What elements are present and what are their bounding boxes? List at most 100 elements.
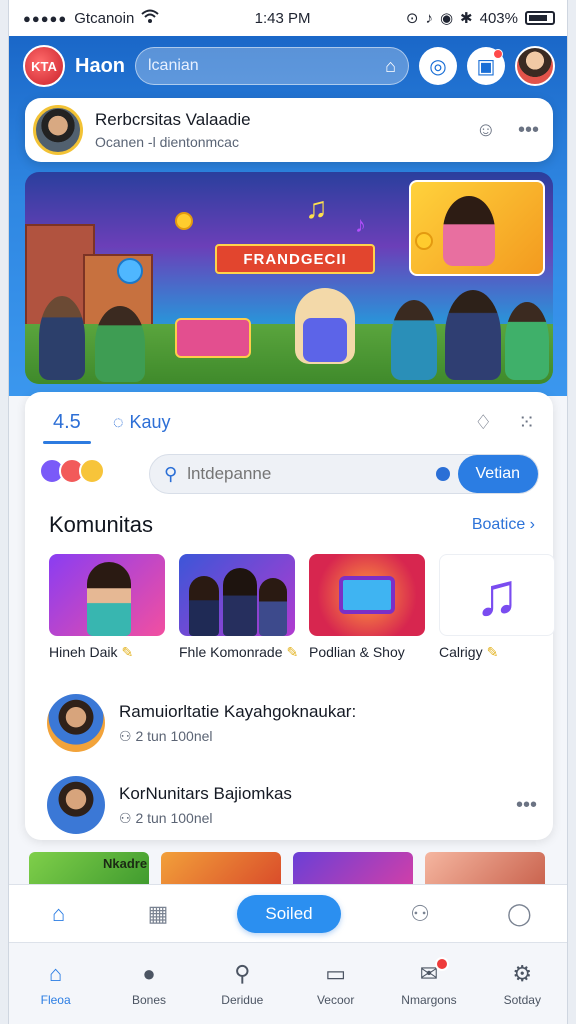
user-avatar[interactable] (515, 46, 555, 86)
thumbnail[interactable] (161, 852, 281, 888)
top-search-placeholder: lcanian (148, 57, 199, 74)
tile-image: ♫ (439, 554, 555, 636)
notification-badge (493, 49, 503, 59)
community-search: ⚲ Vetian (149, 454, 539, 494)
music-note-icon: ♫ (474, 561, 520, 628)
compass-icon: ◎ (429, 55, 447, 78)
carrier-name: Gtcanoin (74, 9, 135, 27)
list-item[interactable]: KorNunitars Bajiomkas ⚇ 2 tun 100nel ••• (47, 764, 537, 846)
tile-person (87, 562, 131, 636)
pencil-icon: ✎ (121, 644, 134, 660)
wifi-icon (141, 9, 159, 27)
app-logo[interactable]: KTA (23, 45, 65, 87)
hero-banner[interactable]: FRANDGECII ♫ ♪ (25, 172, 553, 384)
grid-dots-icon[interactable]: ⁙ (518, 410, 535, 435)
tile-label: Fhle Komonrade (179, 644, 283, 660)
inbox-icon: ▣ (476, 55, 496, 78)
people-icon[interactable]: ⚇ (400, 901, 440, 927)
hero-ribbon: FRANDGECII (215, 244, 375, 274)
compass-button[interactable]: ◎ (419, 47, 457, 85)
more-options-icon[interactable]: ••• (516, 794, 537, 817)
list-meta: 2 tun 100nel (135, 809, 213, 826)
nav-messages[interactable]: ✉ Nmargons (389, 956, 469, 1007)
members-icon: ⚇ (119, 727, 136, 744)
community-tile[interactable]: ♫ Calrigy ✎ (439, 554, 555, 661)
community-tiles: Hineh Daik ✎ Fhle Komonrade ✎ Podlian & … (49, 554, 555, 661)
nav-search[interactable]: ⚲ Deridue (202, 961, 282, 1007)
message-badge (434, 956, 449, 971)
search-icon: ⚲ (164, 463, 178, 484)
nav-settings[interactable]: ⚙ Sotday (482, 961, 562, 1007)
community-tile[interactable]: Hineh Daik ✎ (49, 554, 165, 661)
notifications-button[interactable]: ▣ (467, 47, 505, 85)
gallery-icon[interactable]: ▦ (138, 901, 178, 927)
like-icon[interactable]: ♢ (474, 410, 492, 435)
chat-icon: ▭ (325, 960, 347, 986)
emoji-yellow-icon (79, 458, 105, 484)
reaction-icon[interactable]: ☺ (476, 119, 496, 142)
main-card: 4.5 ◌ Kauy ♢ ⁙ ⚲ Vetian Komunitas Boatic… (25, 392, 555, 840)
tile-image (49, 554, 165, 636)
profile-icon[interactable]: ◯ (499, 901, 539, 927)
pencil-icon: ✎ (286, 644, 299, 660)
hero-treasure (175, 318, 251, 358)
tile-image (309, 554, 425, 636)
sync-icon: ⊙ (405, 10, 419, 27)
chevron-right-icon: › (529, 516, 535, 533)
tab-kauy-label: Kauy (129, 411, 171, 432)
nav-chat[interactable]: ▭ Vecoor (296, 961, 376, 1007)
nav-home[interactable]: ⌂ Fleoa (16, 961, 96, 1007)
top-bar: KTA Haon lcanian ⌂ ◎ ▣ (23, 44, 555, 88)
tv-icon (339, 576, 395, 614)
primary-action-button[interactable]: Soiled (237, 894, 341, 933)
profile-name: Rerbcrsitas Valaadie (95, 110, 251, 129)
list-item[interactable]: Ramuiorltatie Kayahgoknaukar: ⚇ 2 tun 10… (47, 682, 537, 764)
music-icon: ♪ (425, 9, 433, 27)
coin-icon (175, 212, 193, 230)
hero-person-1 (39, 296, 85, 380)
status-time: 1:43 PM (254, 9, 311, 27)
battery-icon (525, 11, 555, 25)
nav-people[interactable]: ● Bones (109, 961, 189, 1007)
inset-person (443, 196, 495, 266)
reaction-emojis[interactable] (39, 458, 105, 484)
app-screen: ●●●●● Gtcanoin 1:43 PM ⊙ ♪ ◉ ✱ 403% KTA … (8, 0, 568, 1024)
tab-rating-label: 4.5 (53, 410, 81, 433)
mic-icon[interactable]: ⌂ (385, 56, 396, 77)
profile-avatar (33, 105, 83, 155)
music-note-icon-2: ♪ (355, 212, 366, 237)
hero-person-5 (505, 302, 549, 380)
home-icon: ⌂ (49, 960, 63, 986)
thumbnail[interactable] (293, 852, 413, 888)
top-search-input[interactable]: lcanian ⌂ (135, 47, 409, 85)
battery-percent: 403% (479, 9, 518, 27)
thumbnail-strip: Nkadre (29, 852, 549, 888)
tab-rating[interactable]: 4.5 (43, 400, 91, 444)
header: KTA Haon lcanian ⌂ ◎ ▣ Rerbcrsitas Valaa… (9, 36, 567, 396)
thumbnail[interactable]: Nkadre (29, 852, 149, 888)
music-note-icon: ♫ (305, 192, 328, 225)
tab-bar: 4.5 ◌ Kauy ♢ ⁙ (43, 400, 535, 444)
profile-card[interactable]: Rerbcrsitas Valaadie Ocanen -l dientonmc… (25, 98, 553, 162)
nav-label: Fleoa (40, 992, 71, 1007)
chat-bubble-icon: ◌ (112, 411, 124, 432)
status-bar: ●●●●● Gtcanoin 1:43 PM ⊙ ♪ ◉ ✱ 403% (9, 0, 567, 36)
community-tile[interactable]: Fhle Komonrade ✎ (179, 554, 298, 661)
hero-person-2 (95, 306, 145, 382)
nav-label: Sotday (503, 992, 541, 1007)
list-title: Ramuiorltatie Kayahgoknaukar: (119, 701, 357, 721)
more-options-icon[interactable]: ••• (518, 119, 539, 142)
action-bar: ⌂ ▦ Soiled ⚇ ◯ (9, 884, 567, 942)
see-all-link[interactable]: Boatice › (472, 516, 535, 534)
community-tile[interactable]: Podlian & Shoy (309, 554, 425, 661)
search-indicator-icon (435, 467, 450, 481)
community-search-input[interactable] (177, 464, 436, 484)
home-icon[interactable]: ⌂ (39, 901, 79, 927)
signal-dots-icon: ●●●●● (23, 10, 68, 26)
tab-kauy[interactable]: ◌ Kauy (103, 400, 181, 444)
coin-icon-2 (415, 232, 433, 250)
tile-label: Calrigy (439, 644, 483, 660)
thumbnail[interactable] (425, 852, 545, 888)
see-all-label: Boatice (471, 516, 526, 533)
search-button[interactable]: Vetian (457, 455, 538, 493)
